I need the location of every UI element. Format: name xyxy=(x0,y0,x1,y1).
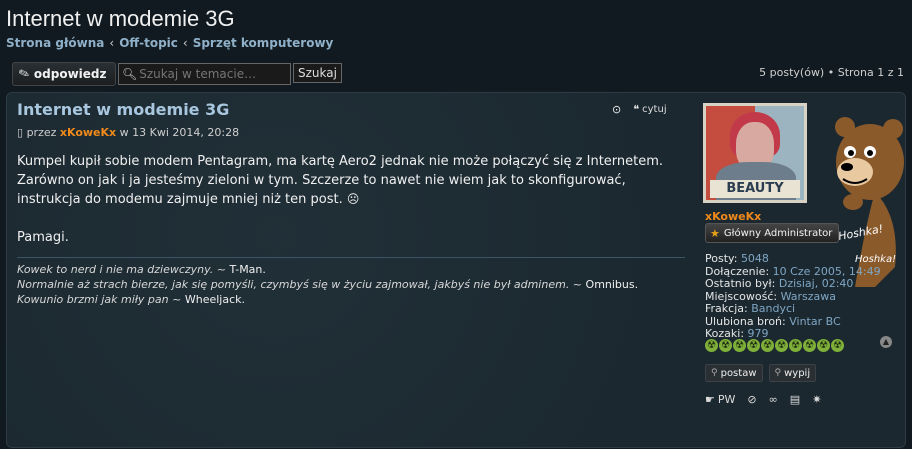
post-actions: ⊙ ❝ cytuj xyxy=(612,103,667,116)
postaw-button[interactable]: ⚲ postaw xyxy=(705,364,763,382)
toolbar: ✎ odpowiedz 🔍︎ Szukaj 5 posty(ów) • Stro… xyxy=(8,62,906,86)
post: Internet w modemie 3G ⊙ ❝ cytuj ▯ przez … xyxy=(6,92,906,448)
rank-label: Główny Administrator xyxy=(723,227,833,239)
topic-title[interactable]: Internet w modemie 3G xyxy=(6,6,235,32)
signature-line: Kowek to nerd i nie ma dziewczyny. ~ T-M… xyxy=(17,262,638,277)
radiation-badge-icon: ☢ xyxy=(733,339,746,352)
avatar[interactable]: BEAUTY xyxy=(703,103,807,203)
breadcrumb-separator: ‹ xyxy=(182,36,188,50)
pm-button[interactable]: ☛ PW xyxy=(705,393,735,406)
quote-label: cytuj xyxy=(642,104,667,115)
signature: Kowek to nerd i nie ma dziewczyny. ~ T-M… xyxy=(17,262,638,307)
back-to-top-icon[interactable]: ▲ xyxy=(880,336,892,348)
contact-icons: ☛ PW ⊘ ∞ ▤ ✷ xyxy=(705,393,821,406)
breadcrumb-offtopic[interactable]: Off-topic xyxy=(119,36,178,50)
notes-icon[interactable]: ▤ xyxy=(790,393,800,406)
post-text: Pamagi. xyxy=(17,230,69,245)
reply-button[interactable]: ✎ odpowiedz xyxy=(12,62,116,86)
profile-stats: Posty: 5048 Dołączenie: 10 Cze 2005, 14:… xyxy=(705,252,881,341)
signature-line: Normalnie aż strach bierze, jak się pomy… xyxy=(17,277,638,292)
smiley-icon: ☹ xyxy=(346,192,360,206)
breadcrumb: Strona główna ‹ Off-topic ‹ Sprzęt kompu… xyxy=(6,36,333,50)
post-icon: ▯ xyxy=(17,126,24,139)
post-body: Kumpel kupił sobie modem Pentagram, ma k… xyxy=(17,152,667,247)
signature-author: Omnibus. xyxy=(585,278,639,291)
radiation-badge-icon: ☢ xyxy=(817,339,830,352)
link-icon[interactable]: ∞ xyxy=(769,393,778,406)
signature-author: T-Man. xyxy=(229,263,266,276)
badge-row: ☢ ☢ ☢ ☢ ☢ ☢ ☢ ☢ ☢ ☢ xyxy=(705,339,844,352)
breadcrumb-hardware[interactable]: Sprzęt komputerowy xyxy=(193,36,334,50)
signature-author: Wheeljack. xyxy=(184,293,245,306)
bottle-icon: ⚲ xyxy=(711,368,718,378)
radiation-badge-icon: ☢ xyxy=(761,339,774,352)
profile-name[interactable]: xKoweKx xyxy=(705,210,761,223)
radiation-badge-icon: ☢ xyxy=(719,339,732,352)
wypij-button[interactable]: ⚲ wypij xyxy=(768,364,817,382)
search-icon: 🔍︎ xyxy=(122,67,138,81)
post-title[interactable]: Internet w modemie 3G xyxy=(17,100,229,119)
report-button[interactable]: ⊙ xyxy=(612,103,621,116)
radiation-badge-icon: ☢ xyxy=(789,339,802,352)
signature-divider xyxy=(17,257,685,258)
settings-icon[interactable]: ✷ xyxy=(812,393,821,406)
pagination-info: 5 posty(ów) • Strona 1 z 1 xyxy=(759,66,904,79)
radiation-badge-icon: ☢ xyxy=(831,339,844,352)
radiation-badge-icon: ☢ xyxy=(775,339,788,352)
rank-badge: ★ Główny Administrator xyxy=(705,223,840,243)
breadcrumb-separator: ‹ xyxy=(109,36,115,50)
post-date: w 13 Kwi 2014, 20:28 xyxy=(119,126,240,139)
search-box: 🔍︎ xyxy=(118,63,291,85)
star-icon: ★ xyxy=(710,226,720,240)
quote-icon: ❝ xyxy=(633,103,640,116)
pencil-icon: ✎ xyxy=(16,65,33,83)
post-text: Kumpel kupił sobie modem Pentagram, ma k… xyxy=(17,154,664,207)
signature-quote: Normalnie aż strach bierze, jak się pomy… xyxy=(17,278,583,291)
breadcrumb-home[interactable]: Strona główna xyxy=(6,36,104,50)
signature-quote: Kowek to nerd i nie ma dziewczyny. ~ xyxy=(17,263,227,276)
signature-quote: Kowunio brzmi jak miły pan ~ xyxy=(17,293,182,306)
avatar-label: BEAUTY xyxy=(710,180,800,198)
post-meta: ▯ przez xKoweKx w 13 Kwi 2014, 20:28 xyxy=(17,126,239,139)
pm-icon: ☛ xyxy=(705,393,715,406)
profile-buttons: ⚲ postaw ⚲ wypij xyxy=(705,364,817,382)
search-button[interactable]: Szukaj xyxy=(293,63,342,83)
search-input[interactable] xyxy=(139,67,285,81)
quote-button[interactable]: ❝ cytuj xyxy=(633,103,666,116)
radiation-badge-icon: ☢ xyxy=(705,339,718,352)
post-paragraph: Kumpel kupił sobie modem Pentagram, ma k… xyxy=(17,152,667,209)
radiation-badge-icon: ☢ xyxy=(803,339,816,352)
bottle-icon: ⚲ xyxy=(774,368,782,378)
reply-label: odpowiedz xyxy=(33,67,107,81)
report-icon: ⊙ xyxy=(612,103,622,116)
gg-icon[interactable]: ⊘ xyxy=(747,393,756,406)
post-meta-prefix: przez xyxy=(26,126,57,139)
signature-line: Kowunio brzmi jak miły pan ~ Wheeljack. xyxy=(17,292,638,307)
radiation-badge-icon: ☢ xyxy=(747,339,760,352)
post-author[interactable]: xKoweKx xyxy=(60,126,116,139)
